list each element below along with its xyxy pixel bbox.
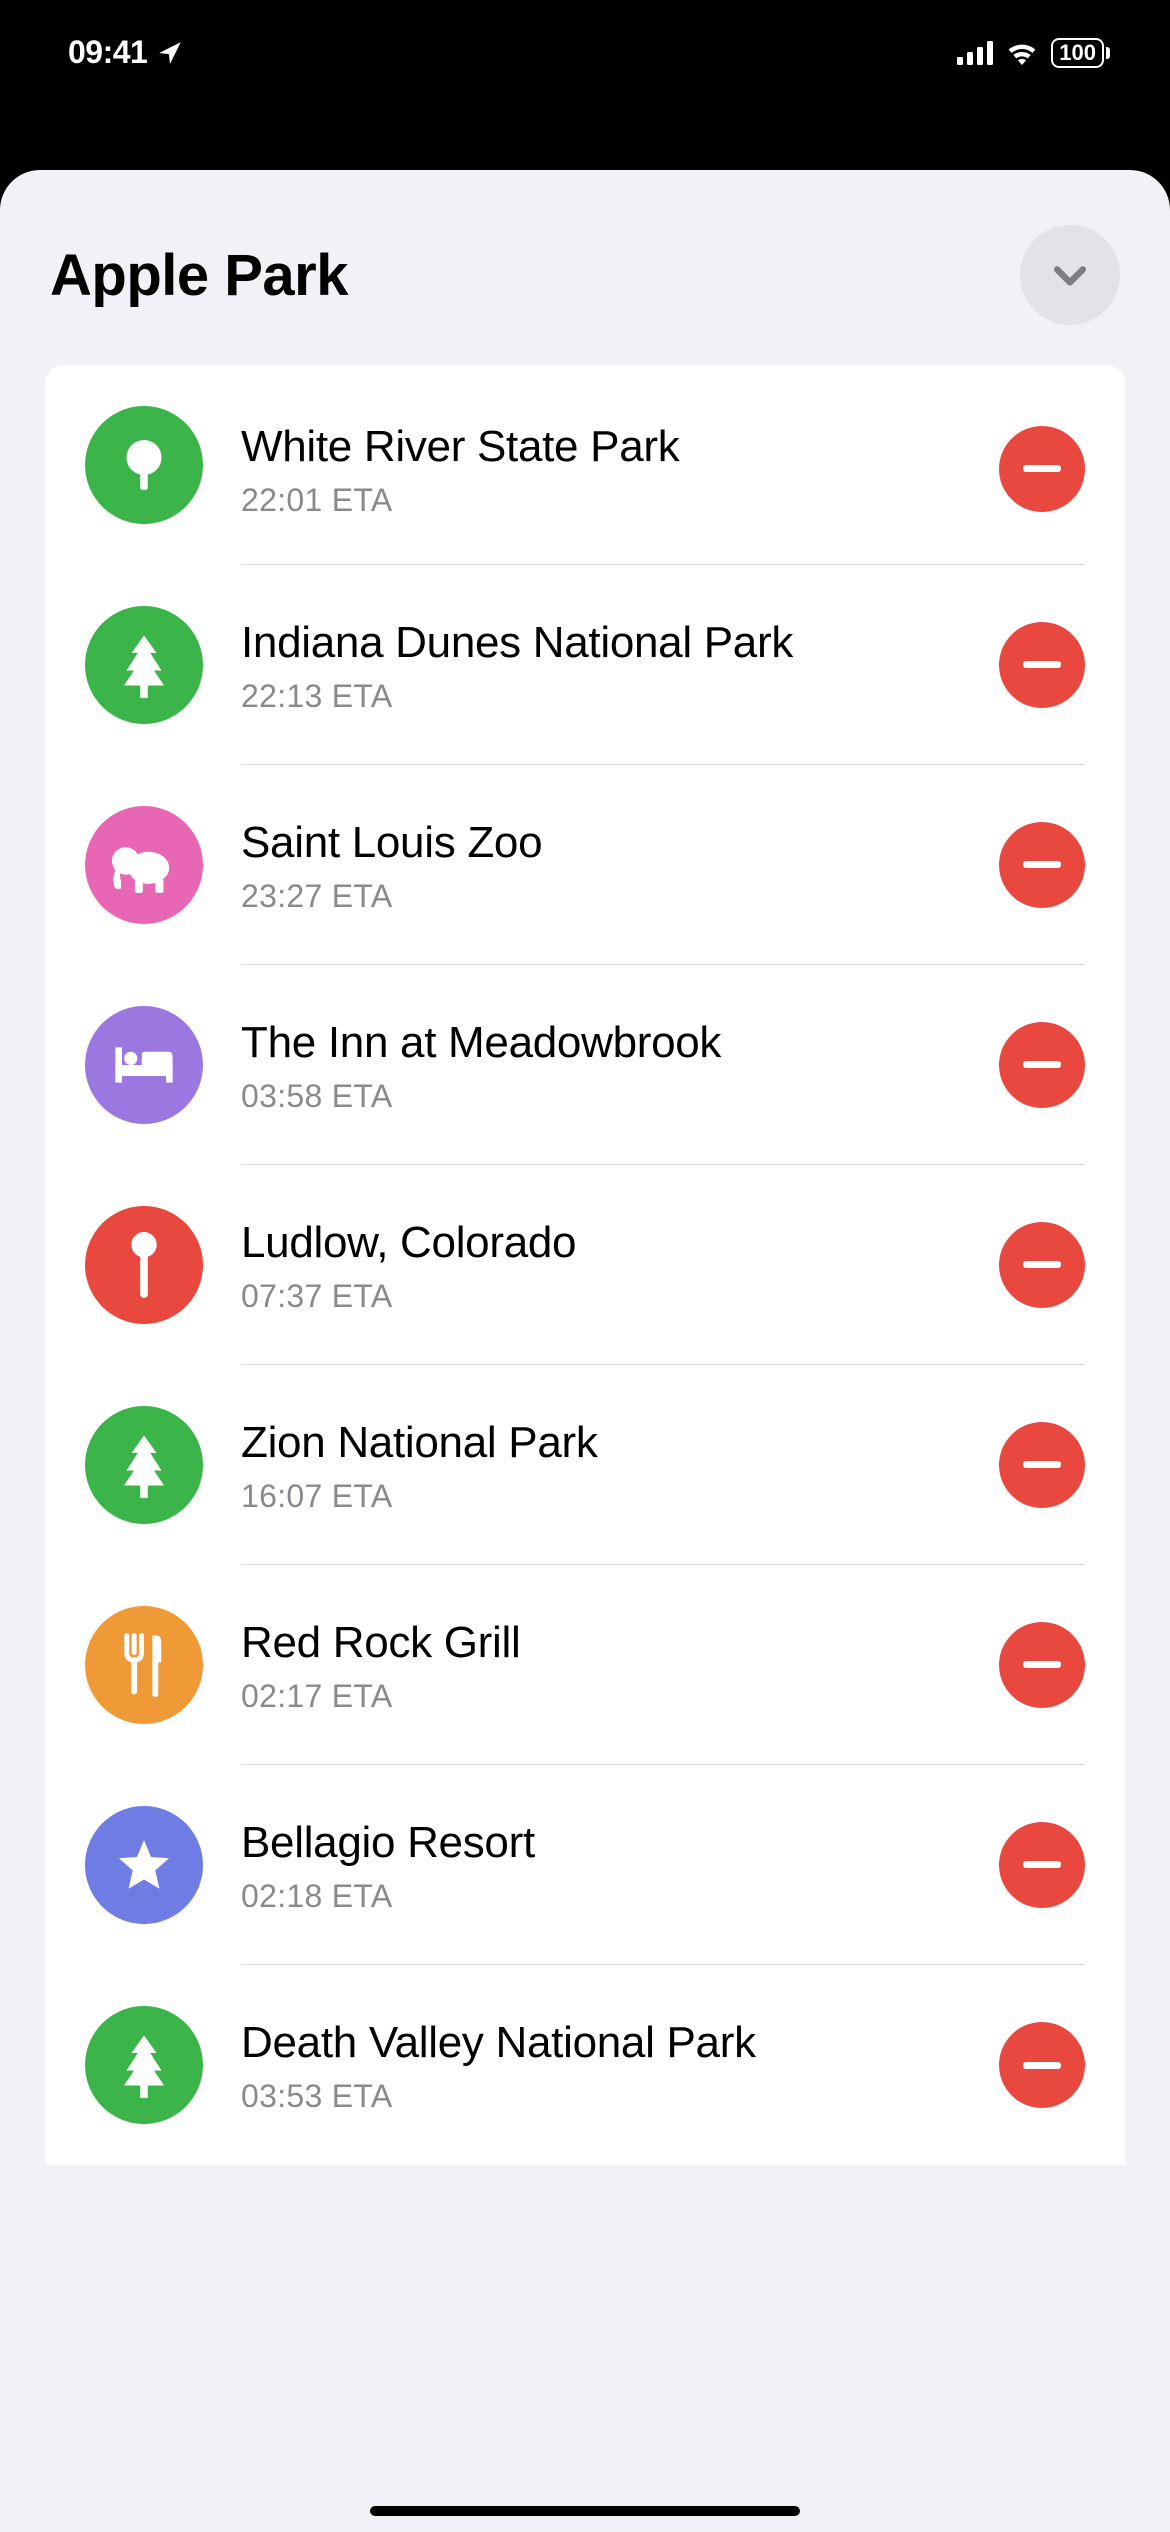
- sheet-header: Apple Park: [0, 170, 1170, 365]
- pine-icon: [85, 1406, 203, 1524]
- tree-round-icon: [85, 406, 203, 524]
- place-name: Indiana Dunes National Park: [241, 615, 979, 670]
- minus-icon: [1023, 1861, 1061, 1868]
- sheet: Apple Park White River State Park 22:01 …: [0, 170, 1170, 2532]
- chevron-down-icon: [1048, 253, 1092, 297]
- minus-icon: [1023, 661, 1061, 668]
- status-time: 09:41: [68, 34, 147, 71]
- battery-level: 100: [1051, 38, 1104, 68]
- list-item[interactable]: Bellagio Resort 02:18 ETA: [45, 1765, 1125, 1965]
- remove-button[interactable]: [999, 426, 1085, 512]
- remove-button[interactable]: [999, 822, 1085, 908]
- list-item-text: Indiana Dunes National Park 22:13 ETA: [241, 615, 979, 715]
- places-list: White River State Park 22:01 ETA Indiana…: [45, 365, 1125, 2165]
- place-name: Death Valley National Park: [241, 2015, 979, 2070]
- list-item[interactable]: Red Rock Grill 02:17 ETA: [45, 1565, 1125, 1765]
- place-eta: 03:58 ETA: [241, 1078, 979, 1115]
- minus-icon: [1023, 465, 1061, 472]
- pine-icon: [85, 2006, 203, 2124]
- remove-button[interactable]: [999, 1222, 1085, 1308]
- list-item-text: White River State Park 22:01 ETA: [241, 419, 979, 519]
- list-item[interactable]: Indiana Dunes National Park 22:13 ETA: [45, 565, 1125, 765]
- remove-button[interactable]: [999, 1622, 1085, 1708]
- remove-button[interactable]: [999, 622, 1085, 708]
- minus-icon: [1023, 1661, 1061, 1668]
- list-item-text: Zion National Park 16:07 ETA: [241, 1415, 979, 1515]
- status-bar: 09:41 100: [0, 0, 1170, 105]
- list-item-text: Death Valley National Park 03:53 ETA: [241, 2015, 979, 2115]
- list-item[interactable]: Zion National Park 16:07 ETA: [45, 1365, 1125, 1565]
- page-title: Apple Park: [50, 242, 348, 309]
- wifi-icon: [1005, 41, 1039, 65]
- list-item-text: Bellagio Resort 02:18 ETA: [241, 1815, 979, 1915]
- remove-button[interactable]: [999, 2022, 1085, 2108]
- list-item-text: Red Rock Grill 02:17 ETA: [241, 1615, 979, 1715]
- remove-button[interactable]: [999, 1822, 1085, 1908]
- place-name: Saint Louis Zoo: [241, 815, 979, 870]
- place-name: White River State Park: [241, 419, 979, 474]
- status-left: 09:41: [68, 34, 183, 71]
- place-eta: 02:18 ETA: [241, 1878, 979, 1915]
- battery-indicator: 100: [1051, 38, 1110, 68]
- place-eta: 03:53 ETA: [241, 2078, 979, 2115]
- remove-button[interactable]: [999, 1422, 1085, 1508]
- place-eta: 07:37 ETA: [241, 1278, 979, 1315]
- place-eta: 22:01 ETA: [241, 482, 979, 519]
- remove-button[interactable]: [999, 1022, 1085, 1108]
- place-name: Red Rock Grill: [241, 1615, 979, 1670]
- minus-icon: [1023, 861, 1061, 868]
- place-name: The Inn at Meadowbrook: [241, 1015, 979, 1070]
- place-eta: 22:13 ETA: [241, 678, 979, 715]
- fork-knife-icon: [85, 1606, 203, 1724]
- status-right: 100: [957, 38, 1110, 68]
- location-icon: [157, 40, 183, 66]
- minus-icon: [1023, 2062, 1061, 2069]
- list-item-text: Saint Louis Zoo 23:27 ETA: [241, 815, 979, 915]
- star-icon: [85, 1806, 203, 1924]
- minus-icon: [1023, 1461, 1061, 1468]
- place-name: Bellagio Resort: [241, 1815, 979, 1870]
- collapse-button[interactable]: [1020, 225, 1120, 325]
- list-item[interactable]: Death Valley National Park 03:53 ETA: [45, 1965, 1125, 2165]
- minus-icon: [1023, 1261, 1061, 1268]
- list-item[interactable]: Ludlow, Colorado 07:37 ETA: [45, 1165, 1125, 1365]
- minus-icon: [1023, 1061, 1061, 1068]
- place-eta: 02:17 ETA: [241, 1678, 979, 1715]
- cellular-icon: [957, 41, 993, 65]
- list-item[interactable]: White River State Park 22:01 ETA: [45, 365, 1125, 565]
- bed-icon: [85, 1006, 203, 1124]
- list-item[interactable]: Saint Louis Zoo 23:27 ETA: [45, 765, 1125, 965]
- place-name: Zion National Park: [241, 1415, 979, 1470]
- place-eta: 16:07 ETA: [241, 1478, 979, 1515]
- pin-icon: [85, 1206, 203, 1324]
- place-name: Ludlow, Colorado: [241, 1215, 979, 1270]
- home-indicator[interactable]: [370, 2506, 800, 2516]
- list-item-text: Ludlow, Colorado 07:37 ETA: [241, 1215, 979, 1315]
- list-item[interactable]: The Inn at Meadowbrook 03:58 ETA: [45, 965, 1125, 1165]
- elephant-icon: [85, 806, 203, 924]
- place-eta: 23:27 ETA: [241, 878, 979, 915]
- list-item-text: The Inn at Meadowbrook 03:58 ETA: [241, 1015, 979, 1115]
- pine-icon: [85, 606, 203, 724]
